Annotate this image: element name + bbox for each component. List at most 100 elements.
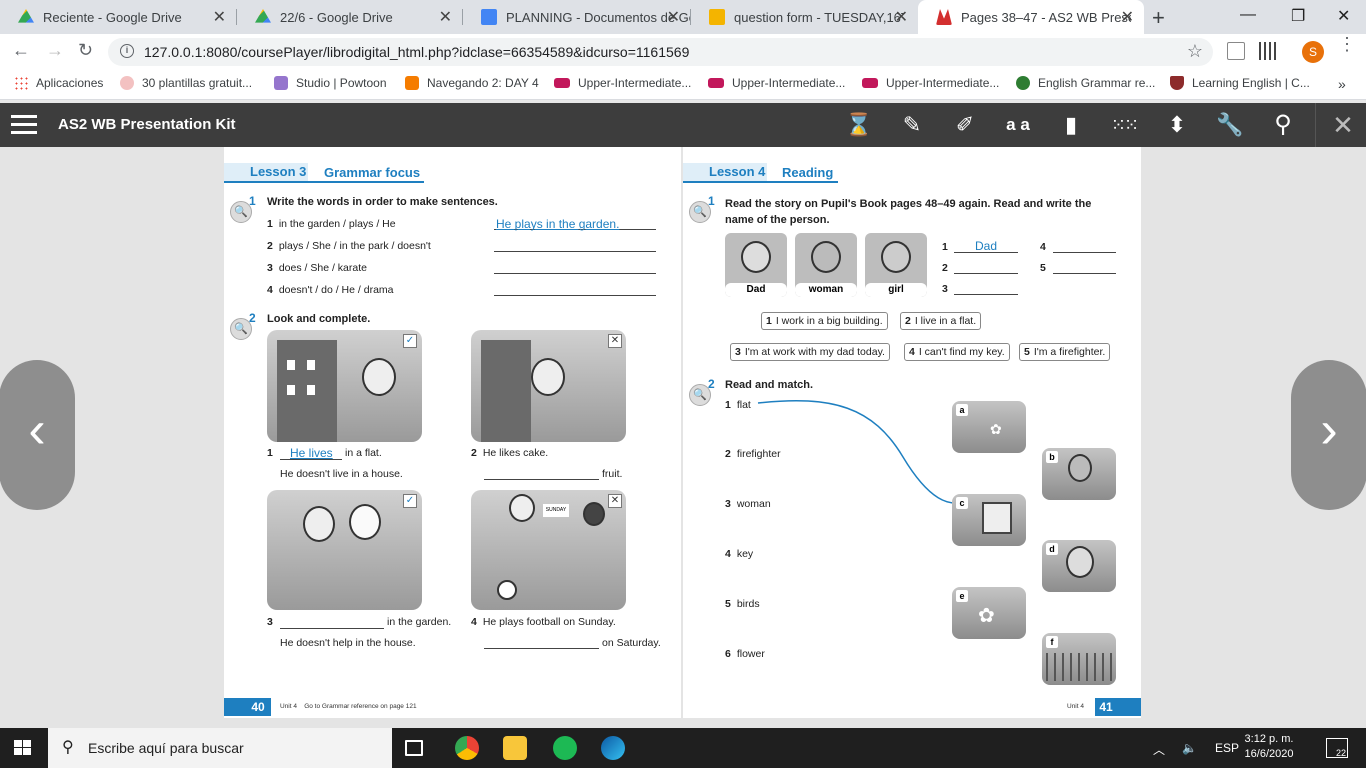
google-drive-icon [18,9,34,23]
volume-icon[interactable]: 🔈 [1182,741,1197,755]
bookmark-apps[interactable]: Aplicaciones [14,76,103,90]
answer-line[interactable] [1053,262,1116,274]
grid-dots-icon[interactable]: ⁙⁙ [1110,111,1139,139]
taskbar-clock[interactable]: 3:12 p. m. 16/6/2020 [1240,732,1298,762]
match-picture-e[interactable]: e ✿ [952,587,1026,639]
file-explorer-icon[interactable] [503,736,527,760]
tab-pages-38-47[interactable]: Pages 38–47 - AS2 WB Presentation Kit ✕ [918,0,1144,34]
answer-line[interactable] [494,284,656,296]
tab-google-drive-22-6[interactable]: 22/6 - Google Drive ✕ [237,0,462,34]
marker-icon[interactable]: ✐ [951,111,979,139]
profile-avatar[interactable]: S [1302,41,1324,63]
notifications-icon[interactable]: 22 [1326,738,1348,758]
more-bookmarks-icon[interactable]: » [1338,76,1346,92]
prev-page-arrow[interactable]: ‹ [0,360,75,510]
bookmark-label: Learning English | C... [1192,76,1310,90]
window-illustration [307,385,315,395]
address-bar: ← → ↻ i 127.0.0.1:8080/coursePlayer/libr… [0,34,1366,70]
wrench-icon[interactable]: 🔧 [1216,111,1244,139]
template-site-icon [120,76,134,90]
match-picture-a[interactable]: a ✿ [952,401,1026,453]
match-picture-f[interactable]: f [1042,633,1116,685]
match-picture-c[interactable]: c [952,494,1026,546]
bookmark-edx-1[interactable]: Upper-Intermediate... [554,76,691,90]
hamburger-menu-icon[interactable] [11,115,37,135]
task-view-icon[interactable] [405,740,423,756]
minimize-icon[interactable]: — [1240,6,1256,24]
answer-line[interactable] [484,468,599,480]
answer-line[interactable] [954,262,1018,274]
boy-head [362,358,396,396]
forward-icon[interactable]: → [46,40,64,61]
url-input[interactable]: i 127.0.0.1:8080/coursePlayer/librodigit… [108,38,1213,66]
reader-extension-icon[interactable] [1227,42,1245,60]
bookmark-star-icon[interactable]: ☆ [1187,41,1203,62]
new-tab-button[interactable]: + [1152,5,1165,31]
search-icon[interactable]: ⚲ [1269,111,1297,139]
pointer-icon[interactable]: ⬍ [1163,111,1191,139]
tab-question-form[interactable]: question form - TUESDAY,16TH ✕ [691,0,918,34]
boy-head [509,494,535,522]
bookmark-label: Studio | Powtoon [296,76,387,90]
answer-line[interactable] [280,617,384,629]
pencil-icon[interactable]: ✎ [898,111,926,139]
windows-start-icon[interactable] [14,740,32,756]
app-title: AS2 WB Presentation Kit [58,116,236,133]
bookmark-powtoon[interactable]: Studio | Powtoon [274,76,387,90]
flower-icon: ✿ [978,605,995,627]
answer-line[interactable] [494,262,656,274]
eraser-icon[interactable]: ▮ [1057,111,1085,139]
picture-letter: e [956,590,968,602]
building-illustration [481,340,531,442]
tab-title: Pages 38–47 - AS2 WB Presentation Kit [961,9,1131,25]
close-icon[interactable]: ✕ [1329,111,1357,139]
tab-google-drive-recent[interactable]: Reciente - Google Drive ✕ [0,0,236,34]
window-close-icon[interactable]: ✕ [1337,6,1350,26]
edge-icon[interactable] [601,736,625,760]
match-picture-b[interactable]: b [1042,448,1116,500]
close-icon[interactable]: ✕ [895,7,908,27]
tab-planning-docs[interactable]: PLANNING - Documentos de Google ✕ [463,0,690,34]
edx-icon [554,78,570,88]
bookmark-english-grammar[interactable]: English Grammar re... [1016,76,1155,90]
spotify-icon[interactable] [553,736,577,760]
browser-menu-icon[interactable]: ⋮ [1338,35,1356,53]
close-icon[interactable]: ✕ [213,7,226,27]
match-picture-d[interactable]: d [1042,540,1116,592]
speech-bubble: 2I live in a flat. [900,312,982,330]
answer-line[interactable] [1053,241,1116,253]
match-word[interactable]: 6 flower [725,648,765,660]
info-icon[interactable]: i [120,44,134,58]
chrome-icon[interactable] [455,736,479,760]
close-icon[interactable]: ✕ [667,7,680,27]
answer-line[interactable] [484,637,599,649]
maximize-icon[interactable]: ❐ [1291,6,1305,26]
bookmark-edx-2[interactable]: Upper-Intermediate... [708,76,845,90]
taskbar-search[interactable]: ⚲ Escribe aquí para buscar [48,728,392,768]
window-illustration [287,385,295,395]
close-icon[interactable]: ✕ [1121,7,1134,27]
handwritten-answer: He plays in the garden. [496,217,620,231]
bookmark-label: 30 plantillas gratuit... [142,76,253,90]
table-extension-icon[interactable] [1259,42,1277,60]
tray-chevron-icon[interactable]: ︿ [1153,741,1165,758]
bookmark-edx-3[interactable]: Upper-Intermediate... [862,76,999,90]
cross-icon: ✕ [608,334,622,348]
next-page-arrow[interactable]: › [1291,360,1366,510]
language-indicator[interactable]: ESP [1215,741,1239,755]
match-word[interactable]: 5 birds [725,598,760,610]
answer-line[interactable] [954,283,1018,295]
bookmark-navegando[interactable]: Navegando 2: DAY 4 [405,76,539,90]
hourglass-icon[interactable]: ⌛ [845,111,873,139]
tab-title: PLANNING - Documentos de Google [506,9,690,25]
handwritten-answer: Dad [975,239,998,253]
bookmark-plantillas[interactable]: 30 plantillas gratuit... [120,76,252,90]
back-icon[interactable]: ← [12,40,30,61]
match-word[interactable]: 1 flat [725,399,751,411]
close-icon[interactable]: ✕ [439,7,452,27]
bookmark-cambridge[interactable]: Learning English | C... [1170,76,1310,90]
answer-line[interactable] [494,240,656,252]
reload-icon[interactable]: ↻ [78,40,93,61]
font-size-icon[interactable]: a a [1004,111,1032,139]
match-word[interactable]: 4 key [725,548,753,560]
